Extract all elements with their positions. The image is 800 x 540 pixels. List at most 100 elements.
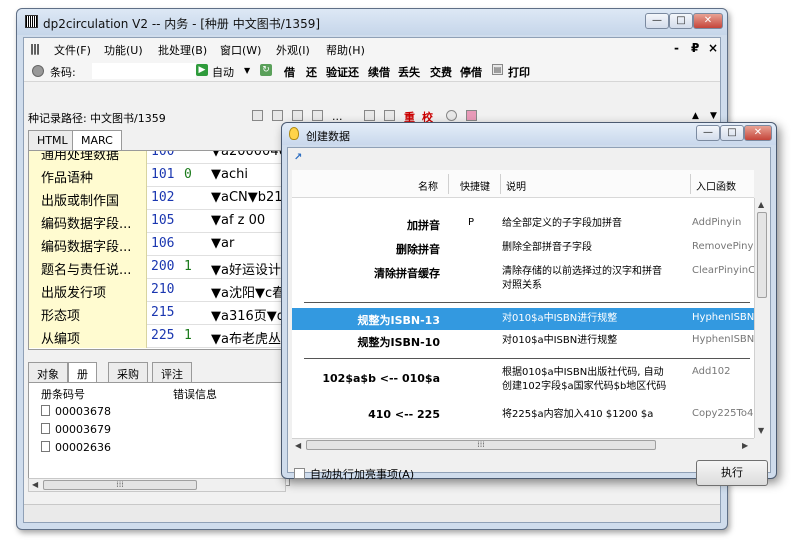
auto-execute-checkbox[interactable] [294, 468, 305, 479]
command-list-vscrollbar[interactable]: ▲ ▼ [754, 198, 768, 438]
search-icon[interactable] [364, 110, 375, 121]
column-header-shortcut[interactable]: 快捷键 [460, 178, 490, 193]
suspend-borrow-button[interactable]: 停借 [460, 64, 482, 80]
command-row[interactable]: 规整为ISBN-10 对010$a中ISBN进行规整 HyphenISBN_10 [292, 330, 754, 352]
marc-field-tag[interactable]: 106 [151, 236, 174, 251]
marc-field-tag[interactable]: 210 [151, 282, 174, 297]
command-row[interactable]: 加拼音 P 给全部定义的子字段加拼音 AddPinyin [292, 214, 754, 234]
marc-field-tag[interactable]: 101 [151, 167, 174, 182]
dialog-maximize-button[interactable]: □ [720, 125, 744, 141]
menu-file[interactable]: 文件(F) [54, 42, 91, 58]
column-header-barcode[interactable]: 册条码号 [41, 386, 85, 402]
column-header-name[interactable]: 名称 [418, 178, 438, 193]
renew-button[interactable]: 续借 [368, 64, 390, 80]
menu-function[interactable]: 功能(U) [104, 42, 143, 58]
marc-field-content[interactable]: ▼ar [211, 236, 234, 251]
marc-field-tag[interactable]: 200 [151, 259, 174, 274]
marc-field-content[interactable]: ▼aCN▼b21 [211, 190, 283, 205]
column-header-description[interactable]: 说明 [506, 178, 526, 193]
maximize-button[interactable]: □ [669, 13, 693, 29]
marc-field-tag[interactable]: 100 [151, 151, 174, 159]
command-row[interactable]: 删除拼音 删除全部拼音子字段 RemovePinyin [292, 238, 754, 258]
dialog-minimize-button[interactable]: — [696, 125, 720, 141]
command-row-selected[interactable]: 规整为ISBN-13 对010$a中ISBN进行规整 HyphenISBN_13 [292, 308, 754, 330]
main-titlebar[interactable]: dp2circulation V2 -- 内务 - [种册 中文图书/1359]… [17, 9, 727, 35]
load-icon[interactable] [312, 110, 323, 121]
menu-window[interactable]: 窗口(W) [220, 42, 261, 58]
mdi-restore-button[interactable]: ₽ [691, 41, 699, 55]
scroll-up-icon[interactable]: ▲ [692, 111, 699, 121]
chevron-down-icon[interactable]: ▼ [244, 66, 250, 75]
lost-button[interactable]: 丢失 [398, 64, 420, 80]
table-row[interactable]: 00003678 [41, 405, 111, 418]
marc-field-indicator[interactable]: 0 [184, 167, 192, 182]
tab-order[interactable]: 采购 [108, 362, 148, 382]
borrow-button[interactable]: 借 [284, 64, 295, 80]
scroll-up-icon[interactable]: ▲ [758, 200, 764, 209]
open-icon[interactable] [384, 110, 395, 121]
tab-objects[interactable]: 对象 [28, 362, 68, 382]
column-header-error[interactable]: 错误信息 [173, 386, 217, 402]
tab-items[interactable]: 册 [68, 362, 97, 383]
execute-button[interactable]: 执行 [696, 460, 768, 486]
verify-return-button[interactable]: 验证还 [326, 64, 359, 80]
marc-field-content[interactable]: ▼af z 00 [211, 213, 265, 228]
refresh-icon[interactable]: ↻ [260, 64, 272, 76]
scroll-left-icon[interactable]: ◀ [32, 480, 38, 489]
gear-icon[interactable] [446, 110, 457, 121]
close-button[interactable]: ✕ [693, 13, 723, 29]
tab-comment[interactable]: 评注 [152, 362, 192, 382]
return-button[interactable]: 还 [306, 64, 317, 80]
save-icon[interactable] [292, 110, 303, 121]
column-header-entry[interactable]: 入口函数 [696, 178, 736, 193]
scroll-right-icon[interactable]: ▶ [742, 441, 748, 450]
minimize-button[interactable]: — [645, 13, 669, 29]
copy-icon[interactable] [252, 110, 263, 121]
lightbulb-icon [289, 127, 299, 140]
marc-field-tag[interactable]: 102 [151, 190, 174, 205]
paste-icon[interactable] [272, 110, 283, 121]
scroll-down-icon[interactable]: ▼ [710, 111, 717, 121]
command-entry: AddPinyin [692, 217, 742, 228]
marc-field-content[interactable]: ▼a316页▼d [211, 305, 285, 324]
scroll-down-icon[interactable]: ▼ [758, 426, 764, 435]
reader-icon[interactable] [32, 65, 44, 77]
table-row[interactable]: 00002636 [41, 441, 111, 454]
command-row[interactable]: 410 <-- 225 将225$a内容加入410 $1200 $a Copy2… [292, 404, 754, 426]
scrollbar-thumb[interactable] [757, 212, 767, 298]
marc-field-tag[interactable]: 105 [151, 213, 174, 228]
table-row[interactable]: 00003679 [41, 423, 111, 436]
scrollbar-thumb[interactable]: ⁞⁞⁞ [43, 480, 197, 490]
marc-field-content[interactable]: ▼a好运设计 [211, 259, 281, 278]
dialog-titlebar[interactable]: 创建数据 — □ ✕ [282, 123, 776, 145]
barcode-input[interactable] [92, 63, 196, 79]
scrollbar-thumb[interactable]: ⁞⁞⁞ [306, 440, 656, 450]
menu-batch[interactable]: 批处理(B) [158, 42, 207, 58]
command-row[interactable]: 清除拼音缓存 清除存储的以前选择过的汉字和拼音 对照关系 ClearPinyin… [292, 262, 754, 296]
marc-field-content[interactable]: ▼a沈阳▼c春 [211, 282, 285, 301]
marc-field-content[interactable]: ▼achi [211, 167, 248, 182]
pay-fee-button[interactable]: 交费 [430, 64, 452, 80]
auto-execute-label[interactable]: 自动执行加亮事项(A) [310, 466, 414, 482]
marc-field-indicator[interactable]: 1 [184, 259, 192, 274]
marc-field-tag[interactable]: 225 [151, 328, 174, 343]
mdi-close-button[interactable]: × [708, 41, 718, 55]
command-list[interactable]: 加拼音 P 给全部定义的子字段加拼音 AddPinyin 删除拼音 删除全部拼音… [292, 198, 754, 438]
marc-field-indicator[interactable]: 1 [184, 328, 192, 343]
auto-mode-dropdown[interactable]: 自动 [212, 64, 234, 80]
command-list-hscrollbar[interactable]: ◀ ⁞⁞⁞ ▶ [292, 438, 754, 452]
scroll-left-icon[interactable]: ◀ [295, 441, 301, 450]
tab-marc[interactable]: MARC [72, 130, 122, 151]
dialog-close-button[interactable]: ✕ [744, 125, 772, 141]
marc-field-tag[interactable]: 215 [151, 305, 174, 320]
print-button[interactable]: 打印 [508, 64, 530, 80]
item-list[interactable]: 册条码号 错误信息 00003678 00003679 00002636 [28, 382, 290, 486]
item-list-scrollbar[interactable]: ◀ ⁞⁞⁞ [28, 478, 286, 492]
menu-appearance[interactable]: 外观(I) [276, 42, 310, 58]
eraser-icon[interactable] [466, 110, 477, 121]
link-icon[interactable]: ↗ [294, 152, 302, 163]
command-row[interactable]: 102$a$b <-- 010$a 根据010$a中ISBN出版社代码, 自动 … [292, 366, 754, 398]
menu-help[interactable]: 帮助(H) [326, 42, 365, 58]
mdi-minimize-button[interactable]: - [674, 41, 679, 55]
tab-html[interactable]: HTML [28, 130, 77, 150]
